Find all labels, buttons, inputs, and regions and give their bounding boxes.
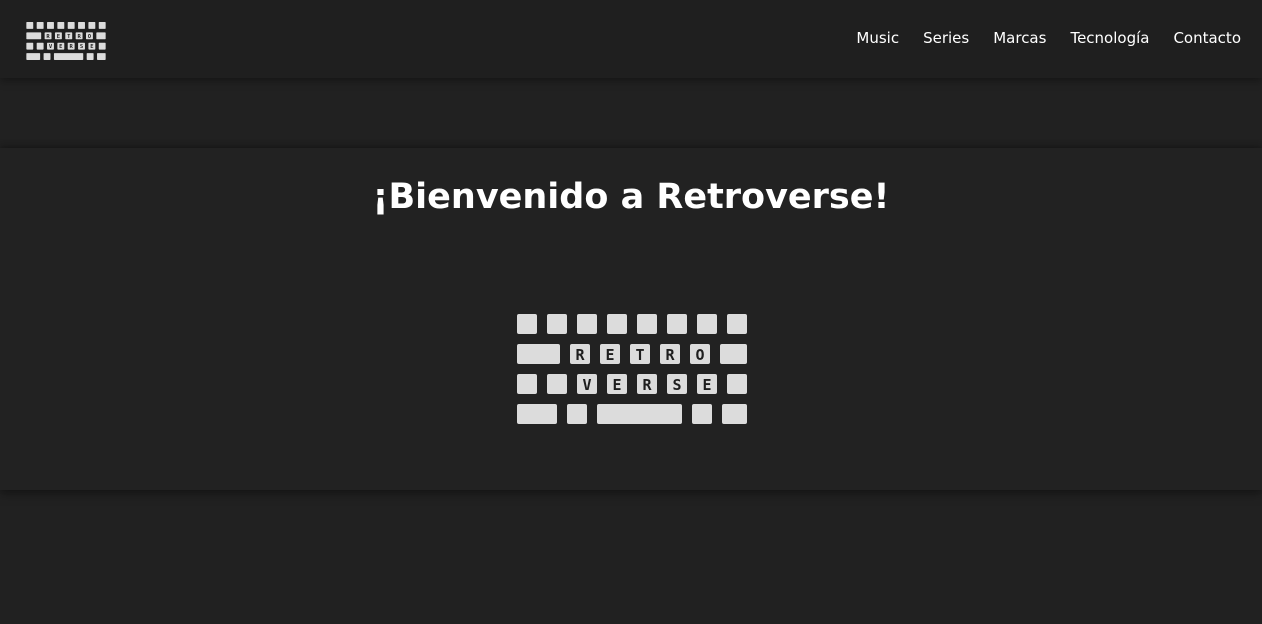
hero-key-letter: E	[605, 346, 614, 364]
hero-title: ¡Bienvenido a Retroverse!	[372, 177, 890, 217]
hero-key-letter: O	[695, 346, 704, 364]
hero-key-letter: T	[635, 346, 644, 364]
main-nav: Music Series Marcas Tecnología Contacto	[856, 27, 1241, 49]
retroverse-logo-icon[interactable]: R E T R O V E R S E	[26, 20, 106, 62]
retroverse-keyboard-logo-icon: R E T R O V E R S E	[517, 314, 747, 424]
logo-key-letter: E	[90, 44, 93, 50]
hero-key-letter: R	[642, 376, 652, 394]
hero-key-letter: R	[575, 346, 585, 364]
hero-key-letter: E	[702, 376, 711, 394]
logo-key-letter: E	[59, 44, 62, 50]
nav-link-marcas[interactable]: Marcas	[993, 27, 1046, 49]
site-header: R E T R O V E R S E Music Series Marcas …	[0, 0, 1262, 78]
hero-key-letter: V	[582, 376, 591, 394]
nav-link-music[interactable]: Music	[856, 27, 899, 49]
nav-link-series[interactable]: Series	[923, 27, 969, 49]
nav-link-contacto[interactable]: Contacto	[1173, 27, 1241, 49]
hero-key-letter: E	[612, 376, 621, 394]
hero-key-letter: R	[665, 346, 675, 364]
logo-key-letter: S	[80, 44, 83, 50]
hero-section: ¡Bienvenido a Retroverse! R E T R O V E …	[0, 148, 1262, 490]
hero-key-letter: S	[672, 376, 681, 394]
nav-link-tecnologia[interactable]: Tecnología	[1070, 27, 1149, 49]
logo-key-letter: E	[57, 34, 60, 40]
